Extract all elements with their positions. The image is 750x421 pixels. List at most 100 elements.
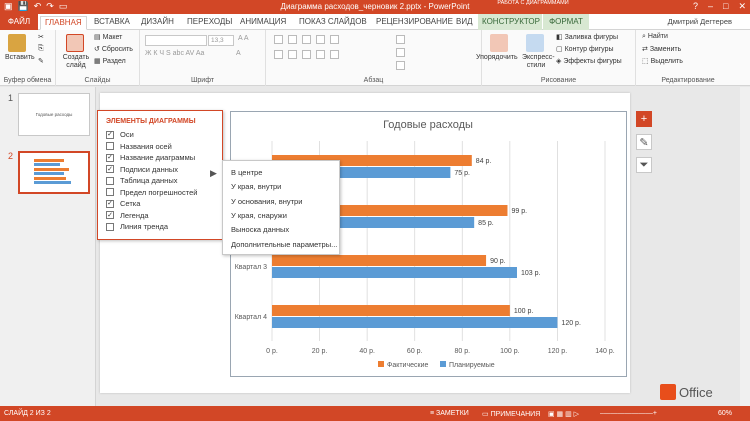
section-button[interactable]: ▦ Раздел [94,57,126,65]
notes-button[interactable]: ≡ ЗАМЕТКИ [430,410,469,417]
tab-insert[interactable]: ВСТАВКА [90,16,134,30]
select-label: Выделить [650,58,683,65]
chart-element-checkbox[interactable] [106,222,114,231]
tab-home[interactable]: ГЛАВНАЯ [40,16,87,30]
data-labels-submenu: В центре У края, внутри У основания, внутр… [222,160,340,255]
data-label-option[interactable]: У края, внутри [231,182,281,191]
chart-element-row[interactable]: Линия тренда [106,222,168,231]
shape-fill-button[interactable]: ◧ Заливка фигуры [556,33,618,41]
decrease-indent-icon[interactable] [302,35,311,44]
vertical-scrollbar[interactable] [740,87,750,406]
font-group: 13,3 A A Ж К Ч S abc AV Aa A Шрифт [140,30,266,86]
chart-element-checkbox[interactable]: ✓ [106,153,114,162]
format-painter-icon[interactable]: ✎ [38,57,44,65]
layout-label: Макет [102,34,123,41]
data-label-option[interactable]: У края, снаружи [231,211,287,220]
tab-view[interactable]: ВИД [452,16,477,30]
tab-slideshow[interactable]: ПОКАЗ СЛАЙДОВ [295,16,371,30]
chart-element-row[interactable]: Таблица данных [106,176,177,185]
help-button[interactable]: ? [693,1,698,12]
tab-animation[interactable]: АНИМАЦИЯ [236,16,290,30]
arrange-button[interactable]: Упорядочить [476,54,518,61]
data-label-option[interactable]: У основания, внутри [231,197,302,206]
user-name[interactable]: Дмитрий Дегтерев [668,17,732,26]
tab-format[interactable]: ФОРМАТ [543,14,589,30]
chart-element-row[interactable]: ✓ Легенда [106,211,149,220]
select-button[interactable]: ⬚ Выделить [642,57,683,65]
zoom-slider[interactable]: –———————+ [600,410,657,417]
zoom-level[interactable]: 60% [718,410,732,417]
paste-icon[interactable] [8,34,26,52]
minimize-button[interactable]: – [708,1,713,12]
bar [272,305,510,316]
smartart-icon[interactable] [396,61,405,70]
arrange-icon[interactable] [490,34,508,52]
tab-review[interactable]: РЕЦЕНЗИРОВАНИЕ [372,16,457,30]
chart-element-row[interactable]: ✓ Название диаграммы [106,153,195,162]
chart-filters-button[interactable]: ⏷ [636,157,652,173]
new-slide-icon[interactable] [66,34,84,52]
data-label-option[interactable]: В центре [231,168,262,177]
find-button[interactable]: ⌕ Найти [642,33,668,41]
chart-element-checkbox[interactable]: ✓ [106,211,114,219]
shape-effects-button[interactable]: ◈ Эффекты фигуры [556,57,622,65]
align-center-icon[interactable] [288,50,297,59]
columns-icon[interactable] [330,50,339,59]
data-label-option[interactable]: Дополнительные параметры... [231,240,337,249]
chart-element-row[interactable]: Названия осей [106,142,172,151]
increase-indent-icon[interactable] [316,35,325,44]
layout-button[interactable]: ▤ Макет [94,33,122,41]
text-direction-icon[interactable] [396,35,405,44]
align-text-icon[interactable] [396,48,405,57]
font-size-combo[interactable]: 13,3 [208,35,234,46]
slide-thumbnail-1[interactable]: Годовые расходы [18,93,90,136]
shape-outline-button[interactable]: ▢ Контур фигуры [556,45,614,53]
justify-icon[interactable] [316,50,325,59]
align-right-icon[interactable] [302,50,311,59]
tab-design[interactable]: ДИЗАЙН [137,16,178,30]
chart-element-row[interactable]: ✓ Подписи данных [106,165,178,174]
line-spacing-icon[interactable] [330,35,339,44]
copy-icon[interactable]: ⎘ [38,45,44,53]
align-left-icon[interactable] [274,50,283,59]
quick-styles-button[interactable]: Экспресс-стили [522,54,555,70]
numbering-icon[interactable] [288,35,297,44]
data-label: 103 р. [521,270,541,277]
font-name-combo[interactable] [145,35,207,46]
slide-thumbnail-2[interactable] [18,151,90,194]
font-color-icon[interactable]: A [236,50,241,57]
chart-elements-button[interactable]: + [636,111,652,127]
data-labels-arrow-icon[interactable]: ▶ [210,168,217,179]
comments-button[interactable]: ▭ ПРИМЕЧАНИЯ [482,410,540,418]
chart-element-checkbox[interactable] [106,176,114,185]
chart-element-checkbox[interactable]: ✓ [106,199,114,208]
chart-element-row[interactable]: ✓ Оси [106,130,134,139]
chart-styles-button[interactable]: ✎ [636,134,652,150]
data-label: 99 р. [511,208,527,215]
quick-styles-icon[interactable] [526,34,544,52]
tab-file[interactable]: ФАЙЛ [0,14,38,30]
close-button[interactable]: ✕ [738,1,746,12]
chart-element-checkbox[interactable] [106,188,114,196]
cut-icon[interactable]: ✂ [38,33,44,41]
font-style-icons[interactable]: Ж К Ч S abc AV Aa [145,50,204,57]
x-tick-label: 0 р. [266,348,278,355]
thumbnail-chart-preview [34,159,71,184]
chart-element-checkbox[interactable]: ✓ [106,165,114,173]
reset-button[interactable]: ↺ Сбросить [94,45,133,53]
data-label-option[interactable]: Выноска данных [231,225,289,234]
chart-element-row[interactable]: Предел погрешностей [106,188,197,197]
grow-font-icon[interactable]: A A [238,35,249,42]
tab-transitions[interactable]: ПЕРЕХОДЫ [183,16,236,30]
chart-element-checkbox[interactable]: ✓ [106,130,114,139]
maximize-button[interactable]: □ [723,1,728,12]
view-buttons[interactable]: ▣ ▦ ▥ ▷ [548,410,579,418]
replace-button[interactable]: ⇄ Заменить [642,45,681,53]
paste-button[interactable]: Вставить [5,54,35,61]
bullets-icon[interactable] [274,35,283,44]
tab-constructor[interactable]: КОНСТРУКТОР [478,14,542,30]
chart-element-row[interactable]: ✓ Сетка [106,199,140,208]
chart-element-checkbox[interactable] [106,142,114,150]
new-slide-button[interactable]: Создать слайд [60,54,92,70]
legend-label: Планируемые [449,362,495,369]
